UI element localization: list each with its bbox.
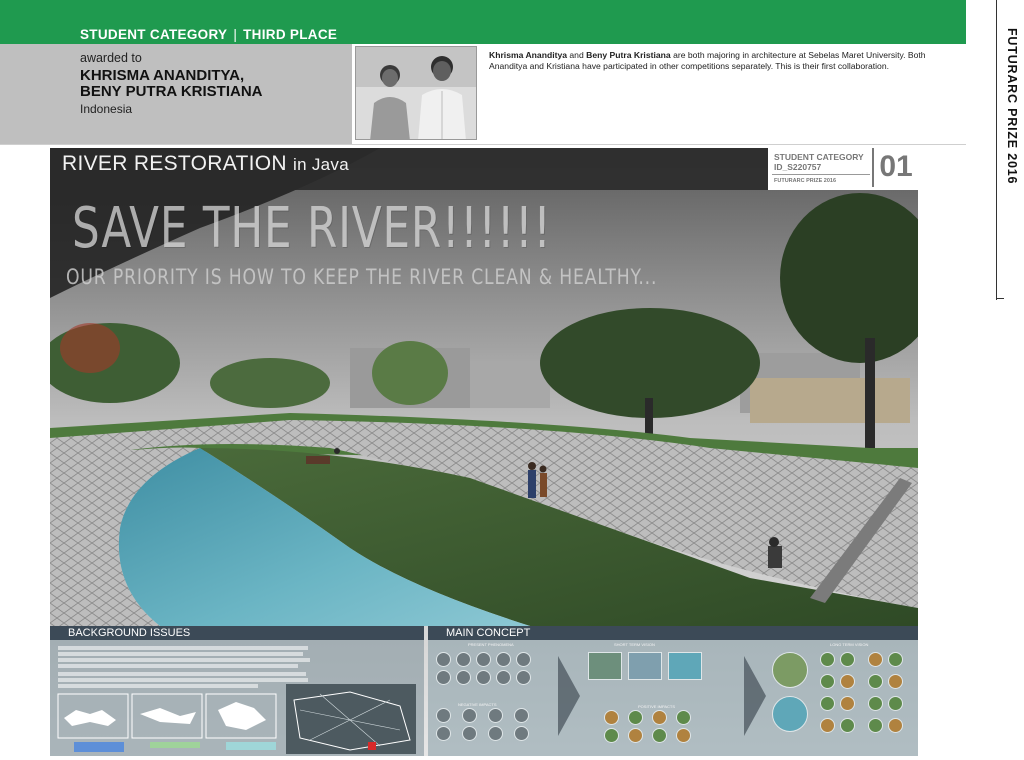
chevron-right-icon	[558, 656, 580, 736]
phenomena-photo	[436, 652, 451, 667]
entry-prize: FUTURARC PRIZE 2016	[774, 178, 837, 184]
short-term-photo	[588, 652, 622, 680]
category-label: STUDENT CATEGORY	[80, 27, 228, 42]
competition-poster: RIVER RESTORATION in Java STUDENT CATEGO…	[50, 148, 918, 756]
positive-impact-photo	[676, 710, 691, 725]
entry-id-box: STUDENT CATEGORY ID_S220757 FUTURARC PRI…	[768, 148, 918, 190]
long-term-photo	[772, 652, 808, 688]
long-term-detail-photo	[888, 718, 903, 733]
long-term-detail-photo	[868, 696, 883, 711]
positive-impact-photo	[604, 728, 619, 743]
poster-headline: SAVE THE RIVER!!!!!!	[72, 196, 552, 261]
side-title: FUTURARC PRIZE 2016	[1003, 28, 1019, 228]
sheet-number: 01	[872, 148, 918, 187]
section-main-concept: MAIN CONCEPT	[428, 626, 918, 640]
long-term-detail-photo	[820, 696, 835, 711]
negative-impact-photo	[488, 708, 503, 723]
category-separator: |	[233, 27, 238, 42]
long-term-detail-photo	[820, 652, 835, 667]
negative-impact-photo	[514, 726, 529, 741]
place-label: THIRD PLACE	[243, 27, 338, 42]
long-term-detail-photo	[840, 696, 855, 711]
section-background-issues: BACKGROUND ISSUES	[50, 626, 424, 640]
award-block: awarded to KHRISMA ANANDITYA, BENY PUTRA…	[0, 44, 352, 144]
phenomena-photo	[456, 670, 471, 685]
positive-impact-photo	[652, 728, 667, 743]
poster-title: RIVER RESTORATION in Java	[62, 152, 349, 176]
phenomena-photo	[496, 652, 511, 667]
negative-impact-photo	[514, 708, 529, 723]
negative-impact-photo	[462, 708, 477, 723]
short-term-photo	[628, 652, 662, 680]
long-term-detail-photo	[840, 718, 855, 733]
award-category-line: STUDENT CATEGORY | THIRD PLACE	[80, 27, 337, 42]
long-term-detail-photo	[820, 674, 835, 689]
long-term-detail-photo	[868, 718, 883, 733]
winner-country: Indonesia	[80, 102, 133, 116]
negative-impact-photo	[436, 726, 451, 741]
poster-title-sub: in Java	[293, 155, 349, 174]
phenomena-photo	[516, 652, 531, 667]
phenomena-photo	[516, 670, 531, 685]
main-concept-panel: PRESENT PHENOMENA SHORT TERM VISION LONG…	[428, 640, 918, 756]
label-long-term-vision: LONG TERM VISION	[830, 642, 869, 647]
chevron-right-icon	[744, 656, 766, 736]
positive-impact-photo	[628, 728, 643, 743]
entry-id: ID_S220757	[774, 162, 822, 172]
winner-names: KHRISMA ANANDITYA, BENY PUTRA KRISTIANA	[80, 68, 350, 100]
entry-category: STUDENT CATEGORY	[774, 152, 864, 162]
bio-and: and	[569, 50, 584, 60]
location-maps	[57, 684, 416, 754]
label-short-term-vision: SHORT TERM VISION	[614, 642, 655, 647]
negative-impact-photo	[462, 726, 477, 741]
entry-id-rule	[772, 174, 870, 175]
label-positive-impacts: POSITIVE IMPACTS	[638, 704, 676, 709]
bio-name2: Beny Putra Kristiana	[586, 50, 671, 60]
long-term-detail-photo	[888, 674, 903, 689]
label-negative-impacts: NEGATIVE IMPACTS	[458, 702, 497, 707]
long-term-photo	[772, 696, 808, 732]
long-term-detail-photo	[888, 652, 903, 667]
long-term-detail-photo	[840, 652, 855, 667]
positive-impact-photo	[676, 728, 691, 743]
label-present-phenomena: PRESENT PHENOMENA	[468, 642, 514, 647]
side-rule-tick	[996, 298, 1004, 299]
long-term-detail-photo	[840, 674, 855, 689]
winner-names-line1: KHRISMA ANANDITYA,	[80, 67, 245, 84]
phenomena-photo	[456, 652, 471, 667]
positive-impact-photo	[652, 710, 667, 725]
background-issues-panel	[50, 640, 424, 756]
phenomena-photo	[476, 652, 491, 667]
phenomena-photo	[496, 670, 511, 685]
long-term-detail-photo	[868, 674, 883, 689]
positive-impact-photo	[628, 710, 643, 725]
header-divider	[0, 144, 966, 145]
positive-impact-photo	[604, 710, 619, 725]
poster-title-main: RIVER RESTORATION	[62, 152, 287, 175]
side-rule	[996, 0, 997, 300]
negative-impact-photo	[436, 708, 451, 723]
winner-bio: Khrisma Ananditya and Beny Putra Kristia…	[489, 50, 949, 72]
winners-photo	[355, 46, 477, 140]
long-term-detail-photo	[888, 696, 903, 711]
negative-impact-photo	[488, 726, 503, 741]
winner-names-line2: BENY PUTRA KRISTIANA	[80, 83, 263, 100]
bio-name1: Khrisma Ananditya	[489, 50, 567, 60]
side-title-text: FUTURARC PRIZE 2016	[1005, 28, 1019, 185]
phenomena-photo	[436, 670, 451, 685]
long-term-detail-photo	[868, 652, 883, 667]
poster-tagline: OUR PRIORITY IS HOW TO KEEP THE RIVER CL…	[66, 265, 658, 289]
long-term-detail-photo	[820, 718, 835, 733]
phenomena-photo	[476, 670, 491, 685]
short-term-photo	[668, 652, 702, 680]
awarded-to-label: awarded to	[80, 51, 142, 65]
